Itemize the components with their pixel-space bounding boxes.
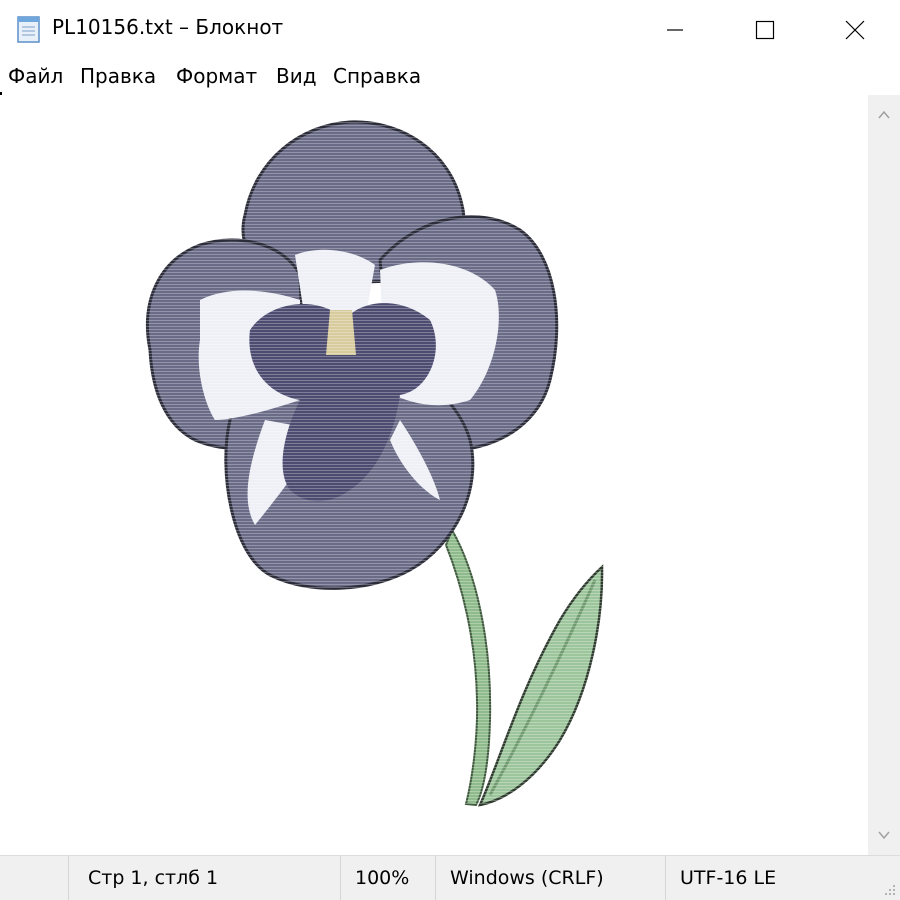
encoding: UTF-16 LE — [680, 867, 777, 889]
line-endings: Windows (CRLF) — [450, 867, 604, 889]
resize-grip-icon[interactable] — [882, 882, 896, 896]
menu-format[interactable]: Формат — [176, 64, 257, 88]
ascii-art-pansy — [140, 115, 610, 815]
scroll-down-icon[interactable] — [876, 827, 892, 843]
menu-bar: Файл Правка Формат Вид Справка — [0, 60, 900, 94]
zoom-level: 100% — [355, 867, 410, 889]
minimize-icon — [667, 29, 683, 31]
menu-help[interactable]: Справка — [333, 64, 421, 88]
menu-view[interactable]: Вид — [276, 64, 317, 88]
maximize-icon — [755, 20, 775, 40]
title-bar[interactable]: PL10156.txt – Блокнот — [0, 0, 900, 60]
status-bar: Стр 1, стлб 1 100% Windows (CRLF) UTF-16… — [0, 855, 900, 900]
minimize-button[interactable] — [630, 0, 720, 60]
close-button[interactable] — [810, 0, 900, 60]
close-icon — [845, 20, 865, 40]
window-title: PL10156.txt – Блокнот — [52, 15, 284, 39]
menu-file[interactable]: Файл — [8, 64, 63, 88]
menu-edit[interactable]: Правка — [80, 64, 156, 88]
scroll-up-icon[interactable] — [876, 107, 892, 123]
maximize-button[interactable] — [720, 0, 810, 60]
text-editor[interactable] — [0, 95, 868, 855]
cursor-position: Стр 1, стлб 1 — [88, 867, 219, 889]
notepad-icon — [17, 16, 40, 43]
vertical-scrollbar[interactable] — [868, 95, 900, 855]
